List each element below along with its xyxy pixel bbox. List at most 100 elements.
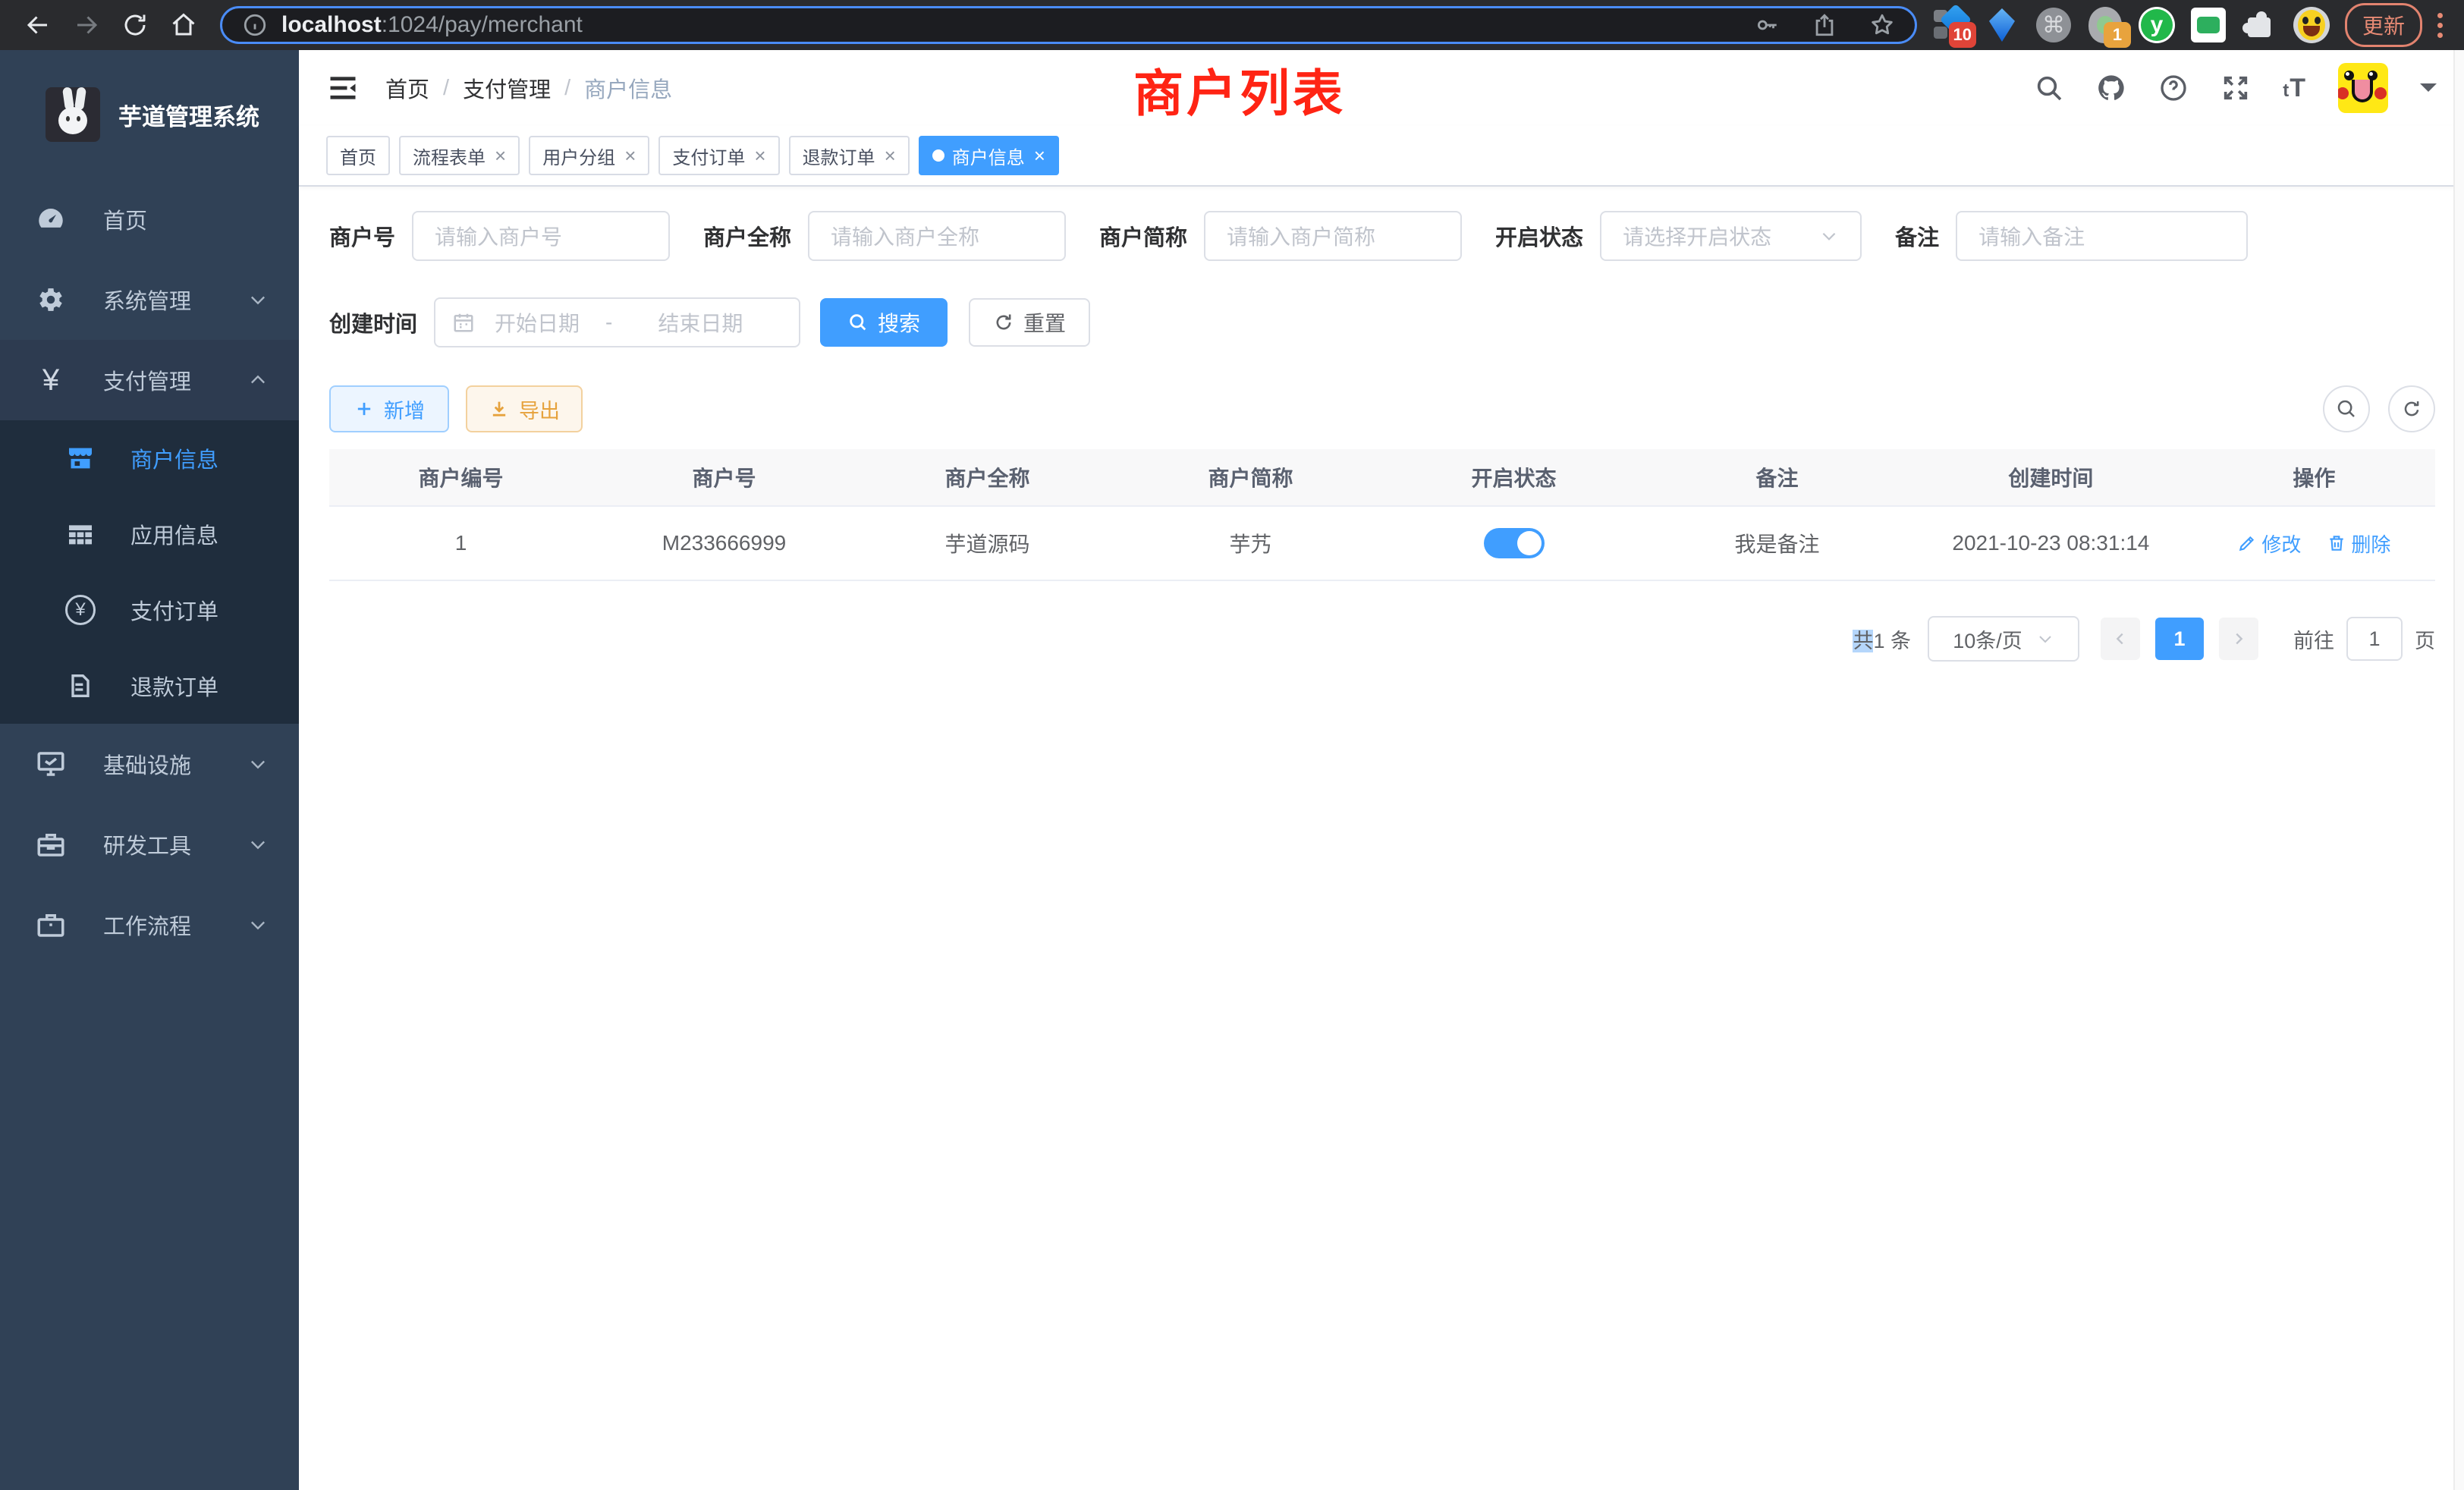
- add-button[interactable]: 新增: [329, 385, 449, 432]
- filter-remark: 备注 请输入备注: [1895, 211, 2248, 261]
- extension-badge: 10: [1949, 22, 1976, 48]
- refresh-table-button[interactable]: [2388, 385, 2435, 432]
- sidebar-item-workflow[interactable]: 工作流程: [0, 885, 299, 965]
- delete-link[interactable]: 删除: [2327, 530, 2390, 558]
- browser-menu-icon[interactable]: [2430, 13, 2450, 38]
- sidebar-logo[interactable]: 芋道管理系统: [0, 50, 299, 179]
- tag-home[interactable]: 首页: [326, 136, 390, 175]
- extension-gem-icon[interactable]: [1984, 7, 2020, 43]
- col-merchant-name: 商户全称: [856, 462, 1119, 492]
- profile-emoji-icon[interactable]: [2293, 7, 2330, 43]
- avatar-caret-icon[interactable]: [2420, 83, 2437, 100]
- font-size-icon[interactable]: tT: [2283, 74, 2306, 103]
- chevron-down-icon: [247, 914, 269, 935]
- forward-icon: [73, 11, 100, 39]
- sidebar-item-system[interactable]: 系统管理: [0, 259, 299, 340]
- merchant-name-input[interactable]: 请输入商户全称: [808, 211, 1066, 261]
- extensions-puzzle-icon[interactable]: [2242, 7, 2278, 43]
- breadcrumb-home[interactable]: 首页: [385, 72, 429, 104]
- search-icon[interactable]: [2034, 73, 2064, 103]
- close-icon[interactable]: ×: [1034, 146, 1045, 165]
- breadcrumb-separator: /: [443, 76, 449, 101]
- search-button-label: 搜索: [878, 307, 920, 338]
- tag-pay-order[interactable]: 支付订单 ×: [658, 136, 779, 175]
- extension-command-icon[interactable]: ⌘: [2035, 7, 2072, 43]
- address-bar[interactable]: localhost:1024/pay/merchant: [220, 6, 1917, 44]
- sidebar-item-app-info[interactable]: 应用信息: [0, 496, 299, 572]
- sidebar-item-refund-order[interactable]: 退款订单: [0, 648, 299, 724]
- page-scrollbar[interactable]: [2453, 50, 2464, 1490]
- close-icon[interactable]: ×: [624, 146, 636, 165]
- github-icon[interactable]: [2096, 73, 2126, 103]
- filter-merchant-name: 商户全称 请输入商户全称: [703, 211, 1066, 261]
- status-select[interactable]: 请选择开启状态: [1600, 211, 1862, 261]
- yudao-letter: y: [2141, 9, 2173, 41]
- status-toggle[interactable]: [1484, 528, 1545, 558]
- sidebar-item-dev-tools[interactable]: 研发工具: [0, 804, 299, 885]
- tag-merchant-info[interactable]: 商户信息 ×: [919, 136, 1059, 175]
- sidebar-item-home[interactable]: 首页: [0, 179, 299, 259]
- edit-link[interactable]: 修改: [2237, 530, 2301, 558]
- goto-page-input[interactable]: [2346, 617, 2403, 661]
- briefcase-icon: [35, 909, 67, 941]
- browser-reload-button[interactable]: [115, 5, 155, 45]
- dashboard-icon: [35, 203, 67, 235]
- tag-label: 商户信息: [952, 143, 1025, 169]
- merchant-short-name-input[interactable]: 请输入商户简称: [1204, 211, 1462, 261]
- chevron-right-icon: [2230, 630, 2247, 647]
- yen-icon: ¥: [35, 364, 67, 396]
- reset-button[interactable]: 重置: [969, 298, 1090, 347]
- prev-page-button[interactable]: [2101, 618, 2140, 660]
- breadcrumb-payment[interactable]: 支付管理: [463, 72, 551, 104]
- sidebar-item-pay-order[interactable]: ¥ 支付订单: [0, 572, 299, 648]
- sidebar-item-label: 研发工具: [103, 828, 247, 860]
- remark-input[interactable]: 请输入备注: [1956, 211, 2248, 261]
- sidebar-item-infrastructure[interactable]: 基础设施: [0, 724, 299, 804]
- close-icon[interactable]: ×: [495, 146, 506, 165]
- export-button[interactable]: 导出: [466, 385, 583, 432]
- close-icon[interactable]: ×: [885, 146, 896, 165]
- search-button[interactable]: 搜索: [820, 298, 948, 347]
- sidebar-item-merchant-info[interactable]: 商户信息: [0, 420, 299, 496]
- merchant-no-input[interactable]: 请输入商户号: [412, 211, 670, 261]
- password-key-icon[interactable]: [1754, 12, 1780, 38]
- help-icon[interactable]: [2158, 73, 2189, 103]
- delete-label: 删除: [2351, 530, 2390, 558]
- browser-home-button[interactable]: [164, 5, 203, 45]
- main-area: 商户列表 首页 / 支付管理 / 商户信息: [299, 50, 2464, 1490]
- next-page-button[interactable]: [2219, 618, 2258, 660]
- tag-refund-order[interactable]: 退款订单 ×: [789, 136, 910, 175]
- page-info-icon[interactable]: [242, 12, 268, 38]
- toggle-search-button[interactable]: [2323, 385, 2370, 432]
- cell-remark: 我是备注: [1645, 528, 1909, 558]
- bookmark-star-icon[interactable]: [1869, 12, 1895, 38]
- extension-proxy-icon[interactable]: 1: [2087, 7, 2123, 43]
- tag-user-group[interactable]: 用户分组 ×: [529, 136, 649, 175]
- page-number-1[interactable]: 1: [2155, 618, 2204, 660]
- breadcrumb-separator: /: [564, 76, 570, 101]
- extension-chat-icon[interactable]: [2190, 7, 2227, 43]
- cell-merchant-id: 1: [329, 531, 592, 555]
- trash-icon: [2327, 533, 2346, 553]
- collapse-sidebar-icon[interactable]: [326, 71, 360, 105]
- filter-row-1: 商户号 请输入商户号 商户全称 请输入商户全称 商户简称: [329, 211, 2435, 261]
- fullscreen-icon[interactable]: [2220, 73, 2251, 103]
- add-button-label: 新增: [384, 395, 425, 424]
- navbar-actions: tT: [2034, 63, 2437, 113]
- share-icon[interactable]: [1812, 12, 1837, 38]
- breadcrumb: 首页 / 支付管理 / 商户信息: [385, 72, 672, 104]
- tag-process-form[interactable]: 流程表单 ×: [399, 136, 520, 175]
- browser-back-button[interactable]: [18, 5, 58, 45]
- extension-yudao-icon[interactable]: y: [2139, 7, 2175, 43]
- sidebar-item-payment[interactable]: ¥ 支付管理: [0, 340, 299, 420]
- close-icon[interactable]: ×: [754, 146, 765, 165]
- user-avatar[interactable]: [2338, 63, 2388, 113]
- browser-forward-button[interactable]: [67, 5, 106, 45]
- page-size-select[interactable]: 10条/页: [1928, 616, 2079, 662]
- pagination: 共1 条 10条/页 1 前往 页: [329, 616, 2435, 662]
- filter-row-2: 创建时间 开始日期 - 结束日期 搜索 重置: [329, 297, 2435, 347]
- date-range-picker[interactable]: 开始日期 - 结束日期: [434, 297, 800, 347]
- extensions-row: 10 ⌘ 1 y: [1932, 7, 2330, 43]
- browser-update-button[interactable]: 更新: [2345, 3, 2422, 47]
- extension-grid-icon[interactable]: 10: [1932, 7, 1969, 43]
